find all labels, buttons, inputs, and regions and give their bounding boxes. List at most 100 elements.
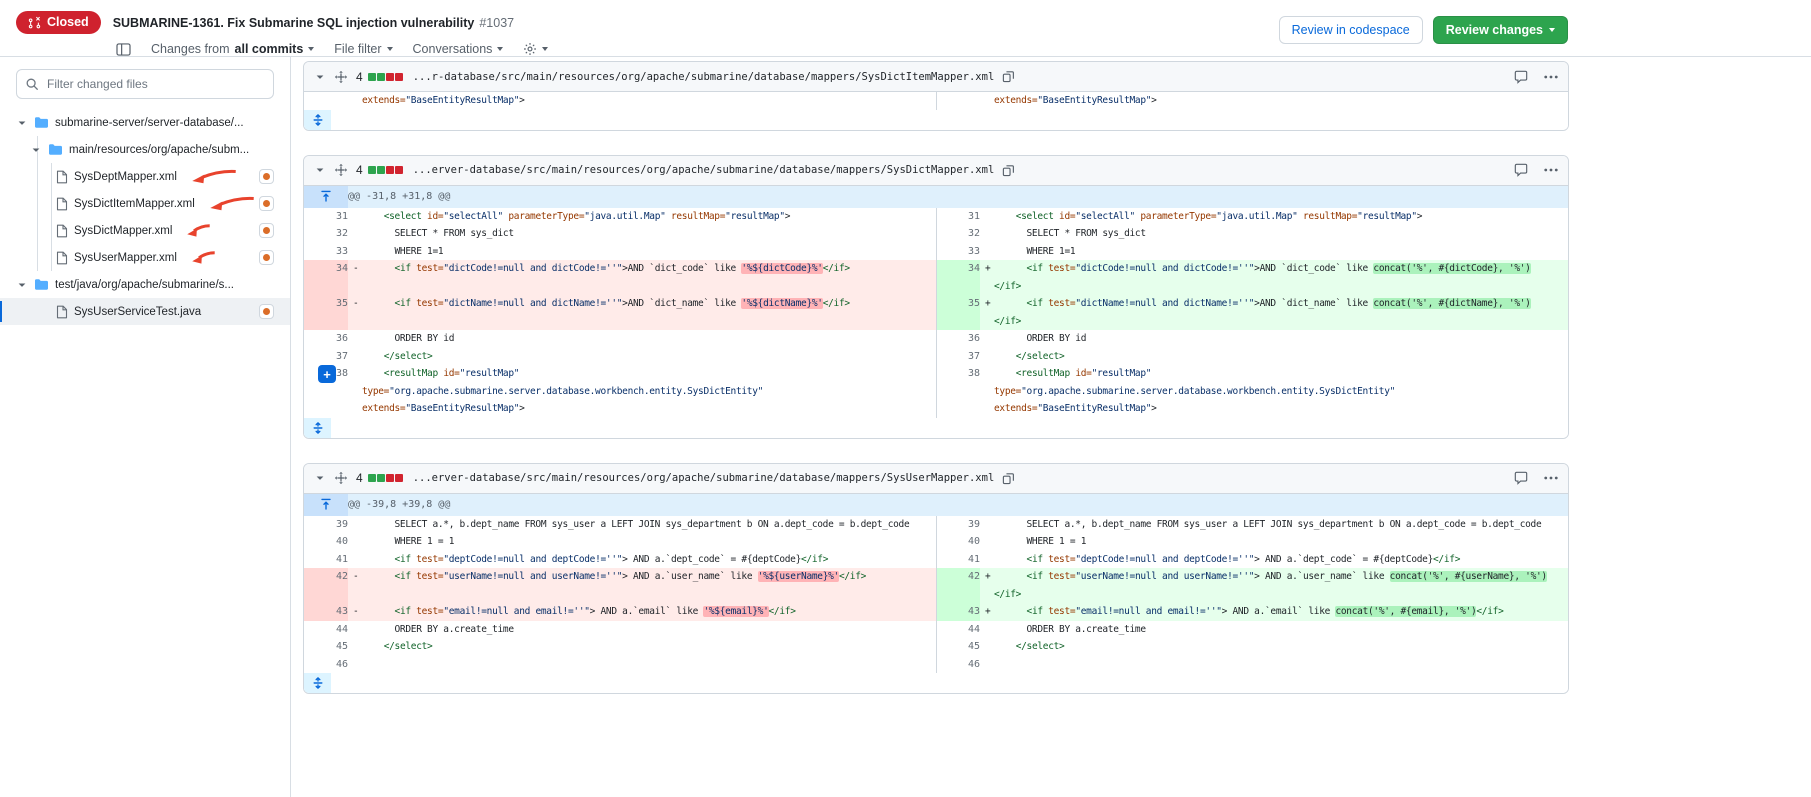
file-filter-label: File filter [334,42,381,56]
code-cell: ORDER BY a.create_time [348,621,936,639]
drag-handle-icon[interactable] [334,163,348,177]
comment-icon[interactable] [1514,70,1528,84]
line-number[interactable]: 40 [304,533,348,551]
line-number[interactable]: 42 [936,568,980,603]
diff-row: 40 WHERE 1 = 140 WHERE 1 = 1 [304,533,1568,551]
line-number[interactable]: 43 [936,603,980,621]
code-line: <resultMap id="resultMap" [348,365,936,383]
code-line: WHERE 1=1 [348,243,936,261]
line-number[interactable]: 45 [936,638,980,656]
line-number[interactable]: 37 [936,348,980,366]
line-number[interactable]: 46 [304,656,348,674]
kebab-menu-icon[interactable] [1544,168,1558,172]
review-in-codespace-button[interactable]: Review in codespace [1279,16,1423,44]
code-cell: + <if test="dictCode!=null and dictCode!… [980,260,1568,295]
diff-row: 43- <if test="email!=null and email!=''"… [304,603,1568,621]
line-number[interactable]: 35 [304,295,348,330]
line-number[interactable]: 34 [304,260,348,295]
drag-handle-icon[interactable] [334,471,348,485]
expand-strip [304,673,1568,693]
sidebar-file-item[interactable]: SysUserMapper.xml [0,244,290,271]
line-number[interactable]: 36 [936,330,980,348]
diff-file-header: 4...erver-database/src/main/resources/or… [304,156,1568,186]
comment-icon[interactable] [1514,471,1528,485]
file-label: test/java/org/apache/submarine/s... [55,279,234,291]
line-number[interactable]: 34 [936,260,980,295]
line-number[interactable]: 44 [304,621,348,639]
diff-row: 36 ORDER BY id36 ORDER BY id [304,330,1568,348]
line-number[interactable]: 46 [936,656,980,674]
diffstat-count: 4 [356,471,363,485]
copy-path-button[interactable] [1002,472,1015,485]
expand-up-button[interactable] [304,185,348,207]
diff-settings-dropdown[interactable] [523,42,548,56]
line-number[interactable]: 39 [304,516,348,534]
expand-diff-button[interactable] [304,418,331,438]
line-number[interactable]: 32 [936,225,980,243]
line-number[interactable]: 37 [304,348,348,366]
line-number[interactable]: 31 [936,208,980,226]
line-number[interactable]: 35 [936,295,980,330]
sidebar-folder-item[interactable]: main/resources/org/apache/subm... [0,136,290,163]
changes-from-dropdown[interactable]: Changes fromall commits [151,42,314,56]
diffstat-square [395,166,403,174]
diffstat-square [386,474,394,482]
sidebar-file-item[interactable]: SysDictMapper.xml [0,217,290,244]
review-changes-button[interactable]: Review changes [1433,16,1568,44]
line-number[interactable]: 41 [304,551,348,569]
sidebar-folder-item[interactable]: submarine-server/server-database/... [0,109,290,136]
line-number[interactable]: 44 [936,621,980,639]
code-cell: + <if test="userName!=null and userName!… [980,568,1568,603]
copy-path-button[interactable] [1002,164,1015,177]
line-number[interactable] [936,92,980,110]
drag-handle-icon[interactable] [334,70,348,84]
copy-path-button[interactable] [1002,70,1015,83]
sidebar-file-item[interactable]: SysUserServiceTest.java [0,298,290,325]
collapse-file-button[interactable] [314,472,326,484]
conversations-dropdown[interactable]: Conversations [413,42,504,56]
line-number[interactable]: 36 [304,330,348,348]
line-number[interactable]: 39 [936,516,980,534]
expand-diff-button[interactable] [304,110,331,130]
sidebar-toggle-button[interactable] [116,43,131,56]
file-label: SysDeptMapper.xml [74,171,177,183]
line-number[interactable]: 45 [304,638,348,656]
line-number[interactable]: 38 [936,365,980,418]
collapse-file-button[interactable] [314,164,326,176]
chevron-down-icon [30,144,42,156]
kebab-menu-icon[interactable] [1544,75,1558,79]
line-number[interactable]: 41 [936,551,980,569]
kebab-menu-icon[interactable] [1544,476,1558,480]
code-cell [980,656,1568,674]
line-number[interactable]: 31 [304,208,348,226]
sidebar-file-item[interactable]: SysDeptMapper.xml [0,163,290,190]
line-number[interactable]: 42 [304,568,348,603]
line-number[interactable]: 43 [304,603,348,621]
sidebar-file-item[interactable]: SysDictItemMapper.xml [0,190,290,217]
diff-file: 4...r-database/src/main/resources/org/ap… [303,61,1569,131]
code-line: </if> [980,586,1568,604]
add-comment-button[interactable]: + [318,365,336,383]
code-cell: WHERE 1 = 1 [348,533,936,551]
expand-up-button[interactable] [304,493,348,515]
line-number[interactable]: 32 [304,225,348,243]
changes-from-value: all commits [235,42,304,56]
file-filter-dropdown[interactable]: File filter [334,42,392,56]
line-number[interactable] [304,92,348,110]
pr-number: #1037 [479,16,514,30]
line-number[interactable]: 33 [936,243,980,261]
comment-icon[interactable] [1514,163,1528,177]
code-line: ORDER BY id [348,330,936,348]
filter-changed-files-input[interactable] [16,69,274,99]
code-cell: WHERE 1 = 1 [980,533,1568,551]
collapse-file-button[interactable] [314,71,326,83]
sidebar-folder-item[interactable]: test/java/org/apache/submarine/s... [0,271,290,298]
search-icon [25,77,39,91]
diff-sign [980,621,994,639]
diffstat-square [377,166,385,174]
expand-diff-button[interactable] [304,673,331,693]
line-number[interactable]: 40 [936,533,980,551]
diff-sign [348,330,362,348]
line-number[interactable]: 33 [304,243,348,261]
diff-row: 39 SELECT a.*, b.dept_name FROM sys_user… [304,516,1568,534]
